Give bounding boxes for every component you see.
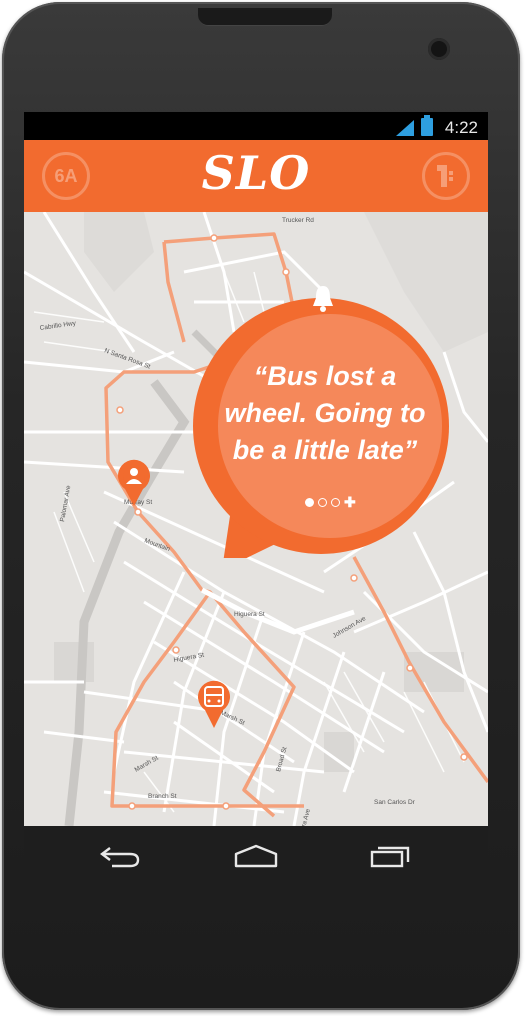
- map-view[interactable]: Trucker Rd Cabrillo Hwy N Santa Rosa St …: [24, 212, 488, 826]
- front-camera: [428, 38, 450, 60]
- signal-icon: [396, 120, 414, 136]
- status-bar: 4:22: [24, 112, 488, 140]
- battery-icon: [421, 115, 433, 136]
- map-canvas[interactable]: Trucker Rd Cabrillo Hwy N Santa Rosa St …: [24, 212, 488, 826]
- stop-pin[interactable]: [116, 458, 152, 508]
- recents-button[interactable]: [360, 838, 420, 874]
- svg-text:Branch St: Branch St: [148, 793, 177, 800]
- bus-pin[interactable]: [196, 678, 232, 730]
- back-button[interactable]: [90, 838, 150, 874]
- earpiece-speaker: [198, 8, 332, 26]
- back-icon: [100, 847, 140, 868]
- street-label-trucker: Trucker Rd: [282, 217, 314, 224]
- home-icon: [234, 844, 278, 868]
- system-nav-bar: [24, 826, 488, 886]
- ticket-button[interactable]: [422, 152, 470, 200]
- screen: 4:22 6A SLO Trucker Rd Cabrillo Hwy N Sa…: [24, 112, 488, 886]
- status-time: 4:22: [444, 118, 478, 137]
- app-bar: 6A SLO: [24, 140, 488, 212]
- ticket-icon: [437, 165, 453, 187]
- app-logo: SLO: [201, 146, 311, 200]
- svg-text:San Carlos Dr: San Carlos Dr: [374, 799, 416, 806]
- phone-frame: 4:22 6A SLO Trucker Rd Cabrillo Hwy N Sa…: [2, 2, 520, 1010]
- recents-icon: [370, 846, 410, 868]
- svg-text:Higuera St: Higuera St: [234, 611, 265, 618]
- home-button[interactable]: [226, 838, 286, 874]
